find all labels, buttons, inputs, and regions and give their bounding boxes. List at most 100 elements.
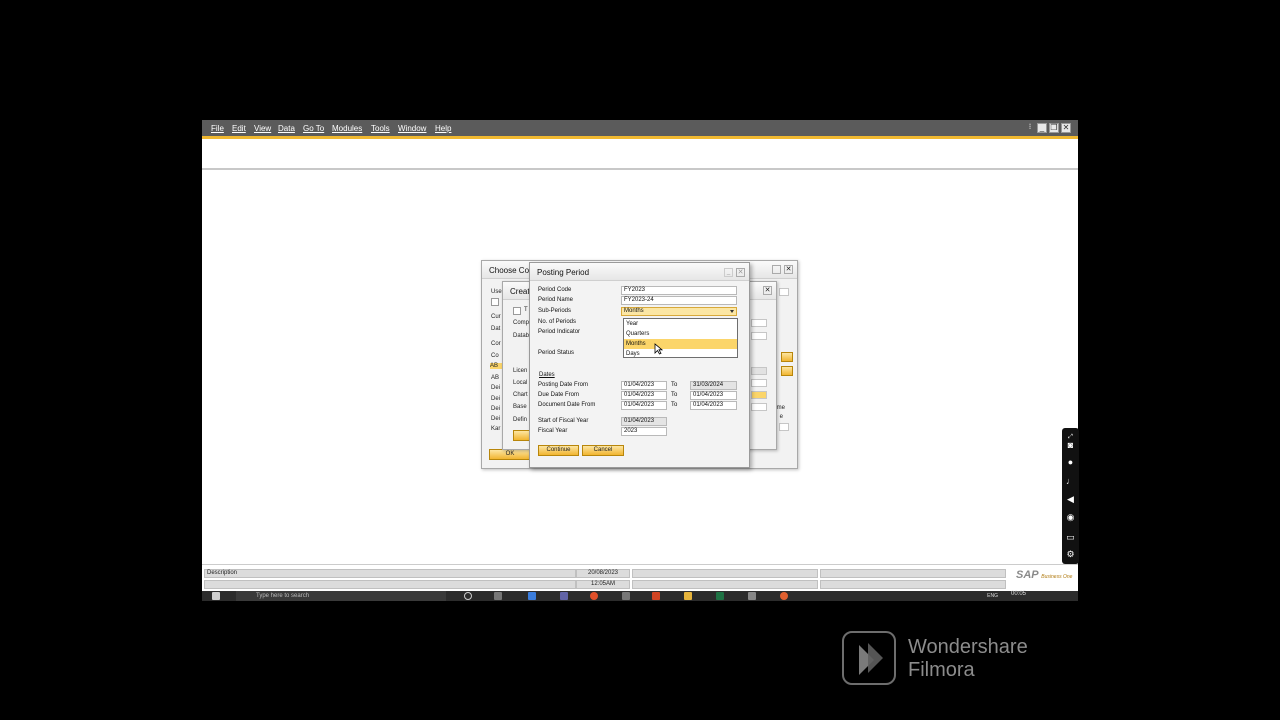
posting-date-to-field[interactable]: 31/03/2024 bbox=[690, 381, 737, 390]
sub-periods-dropdown[interactable]: Months bbox=[621, 307, 737, 316]
option-quarters[interactable]: Quarters bbox=[624, 329, 737, 339]
start-of-fiscal-year-label: Start of Fiscal Year bbox=[538, 418, 589, 424]
screen-recorder-toolbar: ⤢ ◙ ● ♩ ◀ ◉ ▭ ⚙ bbox=[1062, 428, 1079, 564]
table-row[interactable]: Dei bbox=[491, 416, 500, 422]
option-year[interactable]: Year bbox=[624, 319, 737, 329]
window-controls: ⁝ _ ❐ ✕ bbox=[1025, 123, 1075, 133]
option-months[interactable]: Months bbox=[624, 339, 737, 349]
windows-start-icon[interactable] bbox=[212, 592, 220, 600]
search-icon[interactable] bbox=[464, 592, 472, 600]
due-date-from-field[interactable]: 01/04/2023 bbox=[621, 391, 667, 400]
start-of-fiscal-year-field[interactable]: 01/04/2023 bbox=[621, 417, 667, 426]
ok-button[interactable]: OK bbox=[489, 449, 531, 460]
checkbox[interactable] bbox=[491, 298, 499, 306]
screen: File Edit View Data Go To Modules Tools … bbox=[0, 0, 1280, 720]
menu-edit[interactable]: Edit bbox=[232, 124, 246, 133]
button[interactable] bbox=[781, 366, 793, 376]
minimize-icon[interactable]: _ bbox=[724, 268, 733, 277]
document-date-from-field[interactable]: 01/04/2023 bbox=[621, 401, 667, 410]
field-input[interactable] bbox=[779, 423, 789, 431]
field-label: Datab bbox=[513, 333, 530, 339]
sub-periods-value: Months bbox=[624, 308, 644, 314]
due-date-to-field[interactable]: 01/04/2023 bbox=[690, 391, 737, 400]
document-date-from-label: Document Date From bbox=[538, 402, 596, 408]
powerpoint-icon[interactable] bbox=[652, 592, 660, 600]
chrome-icon[interactable] bbox=[590, 592, 598, 600]
period-indicator-label: Period Indicator bbox=[538, 329, 581, 335]
menu-view[interactable]: View bbox=[254, 124, 271, 133]
to-label: To bbox=[671, 392, 678, 398]
button[interactable] bbox=[781, 352, 793, 362]
sub-periods-label: Sub-Periods bbox=[538, 308, 572, 314]
dialog-title: Posting Period bbox=[530, 263, 749, 281]
table-row[interactable]: Kar bbox=[491, 426, 500, 432]
cancel-button[interactable]: Cancel bbox=[582, 445, 624, 456]
folder-icon[interactable] bbox=[684, 592, 692, 600]
mouse-pointer-icon bbox=[654, 343, 663, 355]
continue-button[interactable]: Continue bbox=[538, 445, 579, 456]
posting-period-dialog: Posting Period ✕ _ Period Code FY2023 Pe… bbox=[529, 262, 750, 468]
outlook-icon[interactable] bbox=[528, 592, 536, 600]
field-label: Comp bbox=[513, 320, 530, 326]
document-date-to-field[interactable]: 01/04/2023 bbox=[690, 401, 737, 410]
field-input[interactable] bbox=[779, 288, 789, 296]
taskbar-search[interactable]: Type here to search bbox=[236, 591, 446, 601]
field-input[interactable] bbox=[751, 403, 767, 411]
close-icon[interactable]: ✕ bbox=[763, 286, 772, 295]
record-icon[interactable]: ● bbox=[1065, 457, 1076, 468]
table-row[interactable]: Dei bbox=[491, 385, 500, 391]
watermark-line-1: Wondershare bbox=[908, 636, 1028, 658]
sap-taskbar-icon[interactable] bbox=[622, 592, 630, 600]
taskbar: Type here to search ENG 00:05 bbox=[202, 591, 1078, 601]
close-icon[interactable]: ✕ bbox=[736, 268, 745, 277]
close-icon[interactable]: ✕ bbox=[1061, 123, 1071, 133]
menu-file[interactable]: File bbox=[211, 124, 224, 133]
microphone-icon[interactable]: ♩ bbox=[1065, 476, 1076, 487]
field-input[interactable] bbox=[751, 332, 767, 340]
posting-date-from-field[interactable]: 01/04/2023 bbox=[621, 381, 667, 390]
field-label: Licen bbox=[513, 368, 528, 374]
fiscal-year-field[interactable]: 2023 bbox=[621, 427, 667, 436]
checkbox[interactable] bbox=[513, 307, 521, 315]
table-row[interactable]: Dei bbox=[491, 406, 500, 412]
task-view-icon[interactable] bbox=[494, 592, 502, 600]
status-description: Description bbox=[204, 569, 576, 578]
app-icon[interactable] bbox=[748, 592, 756, 600]
menu-help[interactable]: Help bbox=[435, 124, 451, 133]
minimize-icon[interactable]: _ bbox=[1037, 123, 1047, 133]
close-icon[interactable]: ✕ bbox=[784, 265, 793, 274]
webcam-icon[interactable]: ◉ bbox=[1065, 512, 1076, 523]
field-input[interactable] bbox=[751, 319, 767, 327]
excel-icon[interactable] bbox=[716, 592, 724, 600]
menu-bar: File Edit View Data Go To Modules Tools … bbox=[202, 120, 1078, 136]
recorder-icon[interactable] bbox=[780, 592, 788, 600]
menu-goto[interactable]: Go To bbox=[303, 124, 324, 133]
table-row[interactable]: Dei bbox=[491, 396, 500, 402]
option-days[interactable]: Days bbox=[624, 349, 737, 359]
taskbar-clock[interactable]: 00:05 bbox=[1011, 591, 1026, 597]
field-label: Base bbox=[513, 404, 527, 410]
restore-icon[interactable]: ❐ bbox=[1049, 123, 1059, 133]
field-input[interactable] bbox=[751, 367, 767, 375]
field-label: Dat bbox=[491, 326, 501, 332]
menu-window[interactable]: Window bbox=[398, 124, 426, 133]
period-code-field[interactable]: FY2023 bbox=[621, 286, 737, 295]
menu-data[interactable]: Data bbox=[278, 124, 295, 133]
language-indicator[interactable]: ENG bbox=[987, 593, 998, 599]
period-name-field[interactable]: FY2023-24 bbox=[621, 296, 737, 305]
menu-modules[interactable]: Modules bbox=[332, 124, 362, 133]
filmora-logo bbox=[842, 631, 896, 685]
chevron-down-icon bbox=[730, 310, 734, 313]
dropdown[interactable] bbox=[751, 391, 767, 399]
maximize-icon[interactable] bbox=[772, 265, 781, 274]
gear-icon[interactable]: ⚙ bbox=[1065, 549, 1076, 560]
field-input[interactable] bbox=[751, 379, 767, 387]
table-row[interactable]: AB bbox=[491, 375, 499, 381]
field-label: Local bbox=[513, 380, 528, 386]
camera-icon[interactable]: ◙ bbox=[1065, 440, 1076, 451]
screen-icon[interactable]: ▭ bbox=[1065, 532, 1076, 543]
speaker-icon[interactable]: ◀ bbox=[1065, 494, 1076, 505]
teams-icon[interactable] bbox=[560, 592, 568, 600]
menu-tools[interactable]: Tools bbox=[371, 124, 390, 133]
tile-icon[interactable]: ⁝ bbox=[1025, 123, 1035, 133]
